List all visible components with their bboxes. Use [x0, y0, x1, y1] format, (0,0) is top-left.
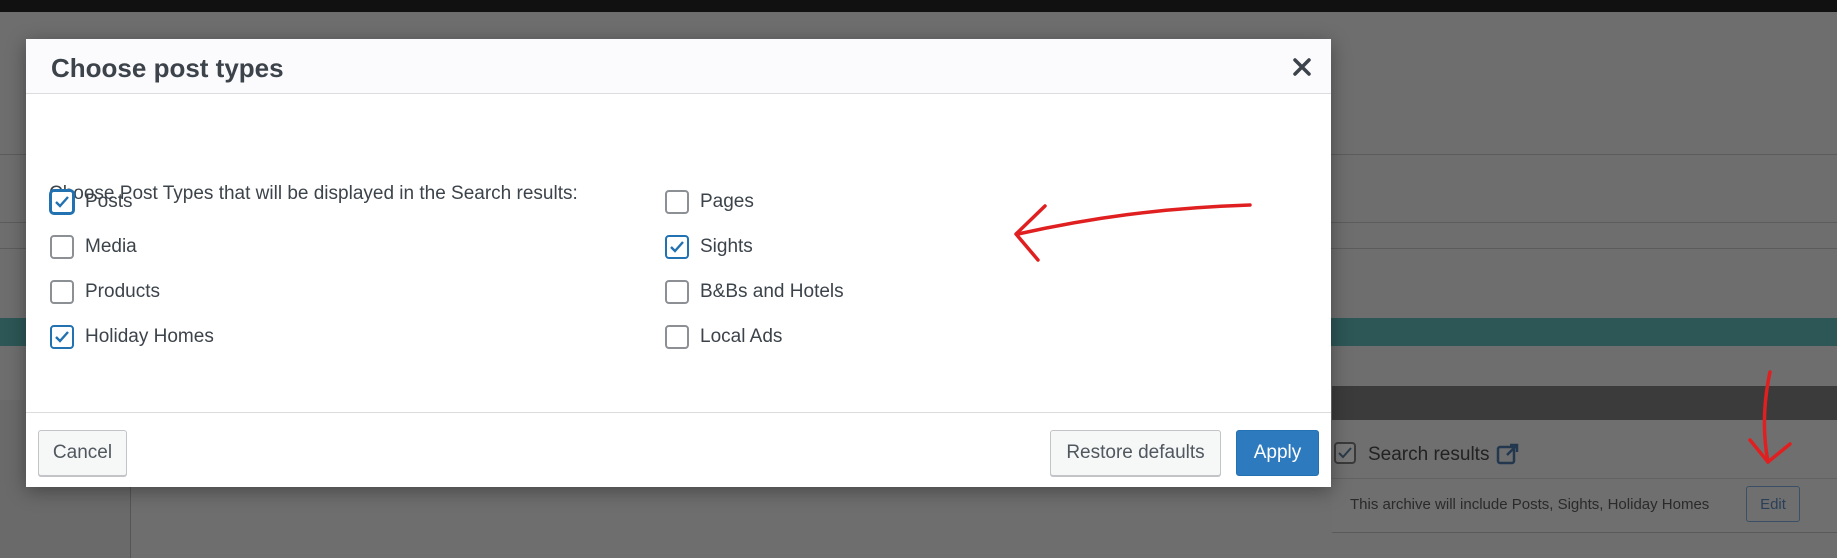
option-products[interactable]: Products	[50, 280, 160, 304]
edit-button[interactable]: Edit	[1746, 486, 1800, 522]
check-icon	[1338, 447, 1352, 459]
checkbox-sights[interactable]	[665, 235, 689, 259]
option-sights[interactable]: Sights	[665, 235, 753, 259]
search-results-row: Search results	[1332, 420, 1837, 479]
checkbox-holiday-homes[interactable]	[50, 325, 74, 349]
option-posts[interactable]: Posts	[50, 190, 133, 214]
checkbox-pages[interactable]	[665, 190, 689, 214]
checkbox-local-ads[interactable]	[665, 325, 689, 349]
check-icon	[55, 331, 69, 343]
cancel-button[interactable]: Cancel	[38, 430, 127, 476]
apply-button[interactable]: Apply	[1236, 430, 1319, 476]
option-label: Local Ads	[700, 326, 783, 347]
option-pages[interactable]: Pages	[665, 190, 754, 214]
modal-title: Choose post types	[51, 53, 284, 83]
option-label: Holiday Homes	[85, 326, 214, 347]
search-results-title: Search results	[1368, 444, 1490, 465]
search-results-panel: Search results This archive will include…	[1332, 420, 1837, 533]
search-results-checkbox[interactable]	[1334, 442, 1356, 464]
option-label: Sights	[700, 236, 753, 257]
option-label: B&Bs and Hotels	[700, 281, 844, 302]
option-local-ads[interactable]: Local Ads	[665, 325, 782, 349]
checkbox-bbs-and-hotels[interactable]	[665, 280, 689, 304]
option-label: Pages	[700, 191, 754, 212]
option-holiday-homes[interactable]: Holiday Homes	[50, 325, 214, 349]
modal-header: Choose post types	[26, 39, 1331, 94]
check-icon	[55, 196, 69, 208]
choose-post-types-modal: Choose post types Choose Post Types that…	[26, 39, 1331, 487]
option-media[interactable]: Media	[50, 235, 137, 259]
search-results-description: This archive will include Posts, Sights,…	[1350, 496, 1710, 513]
background-panel-header	[1332, 386, 1837, 420]
checkbox-media[interactable]	[50, 235, 74, 259]
check-icon	[670, 241, 684, 253]
option-bbs-and-hotels[interactable]: B&Bs and Hotels	[665, 280, 844, 304]
checkbox-posts[interactable]	[50, 190, 74, 214]
close-button[interactable]	[1289, 54, 1315, 80]
admin-top-bar	[0, 0, 1837, 12]
modal-footer: Cancel Restore defaults Apply	[26, 412, 1331, 487]
modal-body: Choose Post Types that will be displayed…	[26, 94, 1331, 450]
option-label: Media	[85, 236, 137, 257]
checkbox-products[interactable]	[50, 280, 74, 304]
close-icon	[1293, 58, 1311, 76]
option-label: Products	[85, 281, 160, 302]
option-label: Posts	[85, 191, 133, 212]
restore-defaults-button[interactable]: Restore defaults	[1050, 430, 1221, 476]
external-link-icon[interactable]	[1496, 442, 1520, 466]
